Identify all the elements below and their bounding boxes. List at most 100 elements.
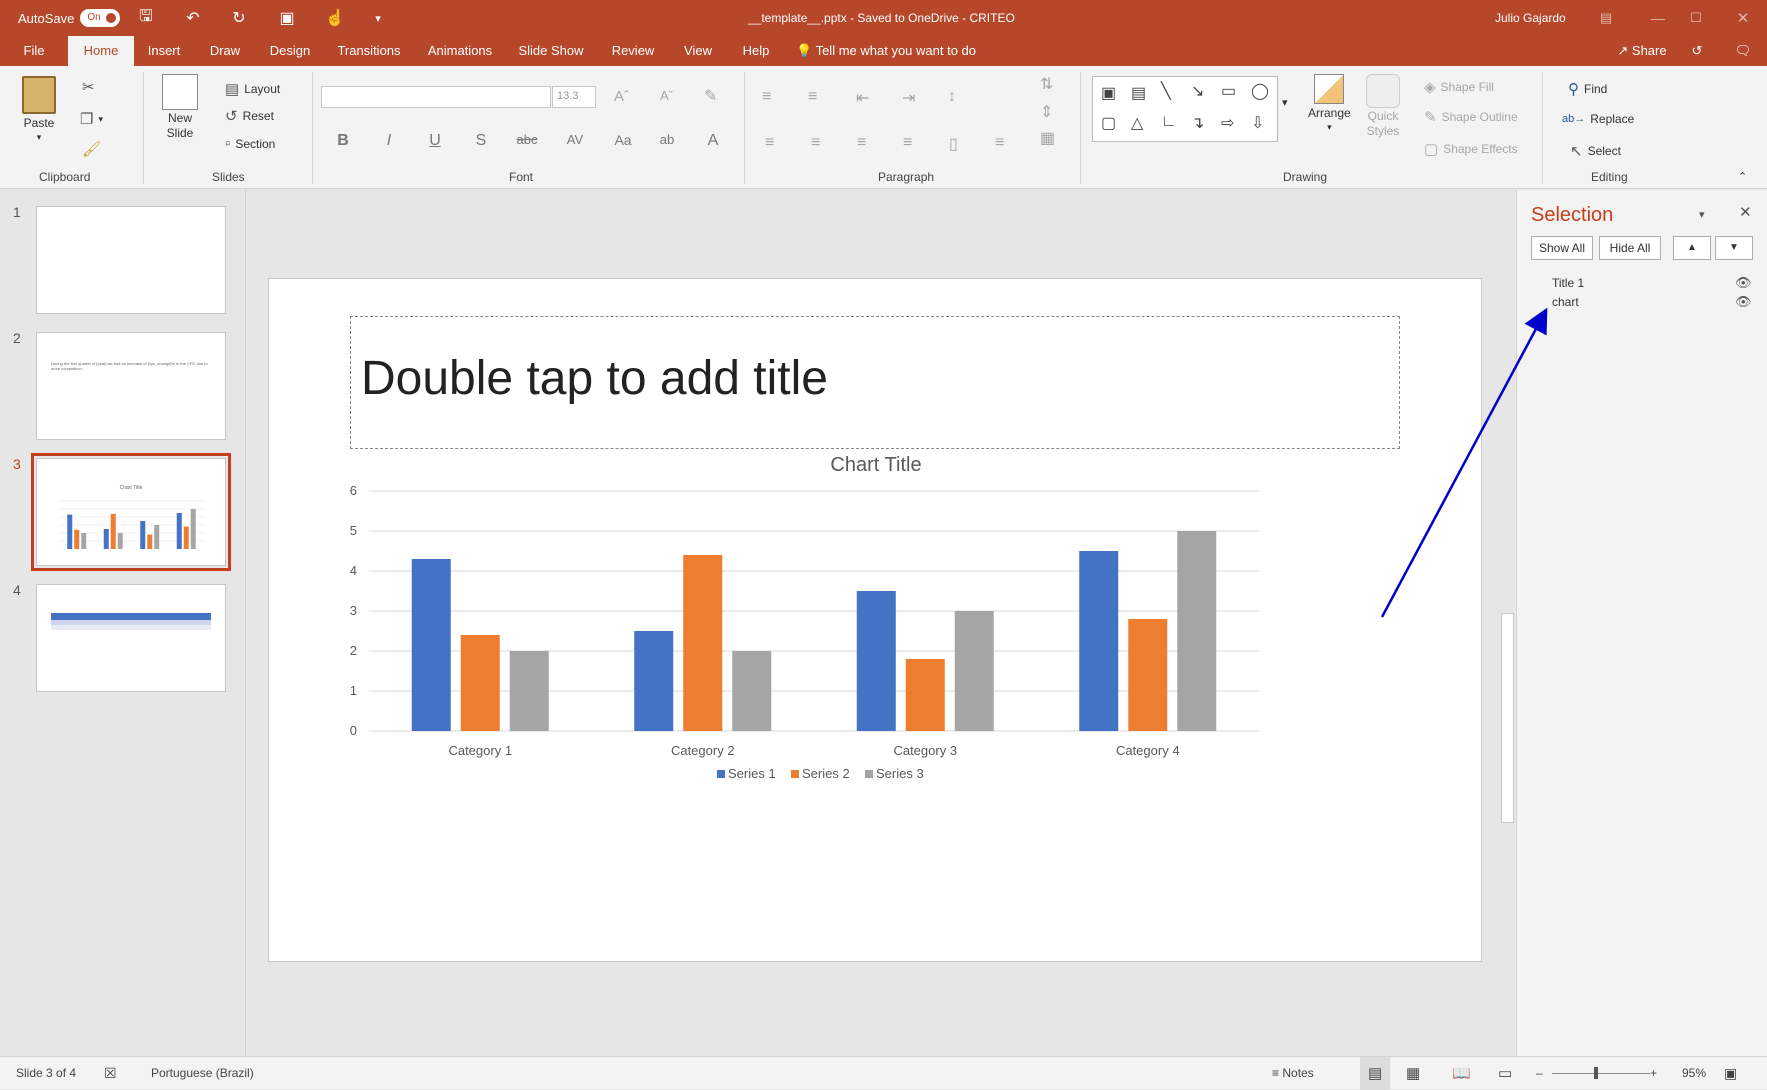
- character-spacing-icon[interactable]: AV: [562, 132, 588, 147]
- ribbon-display-icon[interactable]: ▤: [1596, 8, 1616, 28]
- undo-icon[interactable]: ↶: [183, 8, 203, 28]
- down-arrow-shape-icon[interactable]: ⇩: [1251, 113, 1264, 133]
- textbox-shape-icon[interactable]: ▣: [1101, 83, 1116, 103]
- align-text-icon[interactable]: ⇕: [1040, 102, 1053, 122]
- bold-icon[interactable]: B: [330, 132, 356, 150]
- increase-font-size-icon[interactable]: Aˆ: [614, 88, 629, 105]
- vertical-scrollbar-thumb[interactable]: [1501, 613, 1514, 823]
- normal-view-icon[interactable]: ▤: [1360, 1057, 1391, 1090]
- history-icon[interactable]: ↺: [1684, 36, 1710, 66]
- line-spacing-icon[interactable]: ↕: [948, 88, 956, 106]
- arrow-line-shape-icon[interactable]: ↘: [1191, 81, 1204, 101]
- present-from-beginning-icon[interactable]: ▣: [277, 8, 297, 28]
- decrease-indent-icon[interactable]: ⇤: [856, 88, 869, 108]
- reset-button[interactable]: ↺ Reset: [225, 107, 274, 125]
- zoom-level[interactable]: 95%: [1682, 1057, 1706, 1090]
- user-name[interactable]: Julio Gajardo: [1495, 0, 1566, 36]
- accessibility-icon[interactable]: ☒: [104, 1057, 117, 1090]
- shape-fill-button[interactable]: ◈ Shape Fill: [1424, 78, 1494, 96]
- shape-effects-button[interactable]: ▢ Shape Effects: [1424, 140, 1518, 158]
- columns-icon[interactable]: ▯: [949, 134, 958, 154]
- chart[interactable]: Chart Title 0 1 2 3 4 5 6 Category 1 Category 2…: [269, 447, 1483, 917]
- cut-icon[interactable]: ✂: [82, 78, 95, 96]
- slide-thumbnail-1[interactable]: [36, 206, 226, 314]
- save-icon[interactable]: 🖫: [136, 8, 156, 28]
- tab-transitions[interactable]: Transitions: [336, 36, 402, 66]
- clear-formatting-icon[interactable]: ✎: [704, 86, 717, 106]
- tab-review[interactable]: Review: [608, 36, 658, 66]
- vertical-textbox-shape-icon[interactable]: ▤: [1131, 83, 1146, 103]
- tab-view[interactable]: View: [680, 36, 716, 66]
- zoom-slider[interactable]: [1552, 1067, 1650, 1079]
- autosave[interactable]: AutoSave On: [18, 0, 121, 36]
- tab-draw[interactable]: Draw: [206, 36, 244, 66]
- rounded-rectangle-shape-icon[interactable]: ▢: [1101, 113, 1116, 133]
- tab-file[interactable]: File: [14, 36, 54, 66]
- visibility-eye-icon[interactable]: 👁: [1735, 294, 1752, 310]
- selection-item-chart[interactable]: chart: [1552, 295, 1579, 309]
- smartart-icon[interactable]: ▦: [1040, 128, 1055, 148]
- slide[interactable]: Double tap to add title Chart Title 0 1 2 3…: [268, 278, 1482, 962]
- title-placeholder[interactable]: Double tap to add title: [350, 316, 1400, 449]
- comments-icon[interactable]: 🗨: [1730, 36, 1756, 66]
- touch-mode-icon[interactable]: ☝: [325, 8, 345, 28]
- align-right-icon[interactable]: ≡: [857, 134, 866, 152]
- replace-button[interactable]: ab→ Replace: [1562, 112, 1634, 126]
- visibility-eye-icon[interactable]: 👁: [1735, 275, 1752, 291]
- change-case-icon[interactable]: Aa: [610, 132, 636, 148]
- font-color-icon[interactable]: A: [700, 132, 726, 150]
- font-name-input[interactable]: [321, 86, 551, 108]
- layout-button[interactable]: ▤ Layout: [225, 80, 280, 98]
- format-painter-icon[interactable]: 🖌: [82, 140, 101, 158]
- tab-design[interactable]: Design: [266, 36, 314, 66]
- paste-button[interactable]: Paste ▾: [22, 76, 56, 143]
- collapse-ribbon-icon[interactable]: ⌃: [1738, 170, 1747, 183]
- find-button[interactable]: ⚲ Find: [1568, 80, 1607, 98]
- align-left-icon[interactable]: ≡: [765, 134, 774, 152]
- customize-toolbar-icon[interactable]: ▾: [368, 8, 388, 28]
- zoom-out-icon[interactable]: –: [1536, 1057, 1543, 1090]
- close-pane-icon[interactable]: ✕: [1739, 203, 1752, 221]
- notes-button[interactable]: ≡ Notes: [1272, 1057, 1314, 1090]
- arrange-button[interactable]: Arrange ▾: [1308, 74, 1351, 133]
- rectangle-shape-icon[interactable]: ▭: [1221, 81, 1236, 101]
- bullets-icon[interactable]: ≡: [762, 88, 771, 106]
- tell-me-search[interactable]: 💡 Tell me what you want to do: [796, 36, 976, 66]
- fit-to-window-icon[interactable]: ▣: [1724, 1057, 1737, 1090]
- elbow-connector-shape-icon[interactable]: ∟: [1161, 113, 1177, 131]
- copy-icon[interactable]: ❐ ▾: [80, 110, 103, 128]
- tab-slide-show[interactable]: Slide Show: [518, 36, 584, 66]
- close-icon[interactable]: ✕: [1733, 8, 1753, 28]
- language-indicator[interactable]: Portuguese (Brazil): [151, 1057, 254, 1090]
- slide-thumbnail-2[interactable]: During the first quarter of [year] we ha…: [36, 332, 226, 440]
- right-arrow-shape-icon[interactable]: ⇨: [1221, 113, 1234, 133]
- oval-shape-icon[interactable]: ◯: [1251, 81, 1269, 101]
- minimize-icon[interactable]: —: [1648, 8, 1668, 28]
- paragraph-spacing-icon[interactable]: ≡: [995, 134, 1004, 152]
- hide-all-button[interactable]: Hide All: [1599, 236, 1661, 260]
- redo-icon[interactable]: ↻: [229, 8, 249, 28]
- increase-indent-icon[interactable]: ⇥: [902, 88, 915, 108]
- italic-icon[interactable]: I: [376, 132, 402, 150]
- more-shapes-icon[interactable]: ▾: [1282, 96, 1288, 109]
- share-button[interactable]: ↗ Share: [1612, 36, 1672, 66]
- elbow-arrow-shape-icon[interactable]: ↴: [1191, 113, 1204, 133]
- highlight-icon[interactable]: ab: [654, 132, 680, 147]
- shapes-gallery[interactable]: ▣ ▤ ╲ ↘ ▭ ◯ ▢ △ ∟ ↴ ⇨ ⇩: [1092, 76, 1278, 142]
- tab-help[interactable]: Help: [738, 36, 774, 66]
- slide-sorter-icon[interactable]: ▦: [1406, 1057, 1420, 1090]
- show-all-button[interactable]: Show All: [1531, 236, 1593, 260]
- send-backward-icon[interactable]: ▼: [1715, 236, 1753, 260]
- justify-icon[interactable]: ≡: [903, 134, 912, 152]
- font-size-input[interactable]: 13.3: [552, 86, 596, 108]
- slide-thumbnail-4[interactable]: [36, 584, 226, 692]
- quick-styles-button[interactable]: Quick Styles: [1366, 74, 1400, 138]
- tab-animations[interactable]: Animations: [424, 36, 496, 66]
- bring-forward-icon[interactable]: ▲: [1673, 236, 1711, 260]
- line-shape-icon[interactable]: ╲: [1161, 81, 1171, 101]
- strikethrough-icon[interactable]: abc: [514, 132, 540, 147]
- document-title[interactable]: __template__.pptx - Saved to OneDrive - …: [748, 0, 1015, 36]
- slide-thumbnail-3[interactable]: Chart Title: [31, 453, 231, 571]
- triangle-shape-icon[interactable]: △: [1131, 113, 1143, 133]
- decrease-font-size-icon[interactable]: Aˇ: [660, 88, 673, 103]
